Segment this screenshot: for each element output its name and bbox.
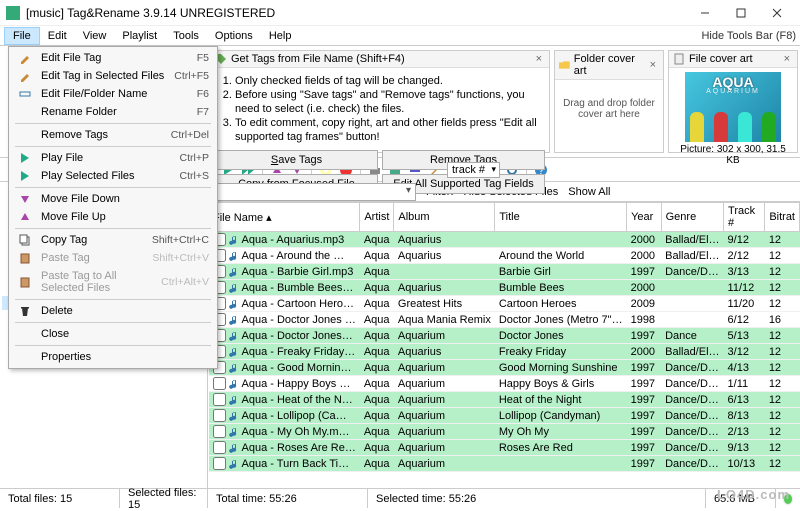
menu-item[interactable]: Close: [11, 325, 215, 343]
menu-item[interactable]: Play Selected FilesCtrl+S: [11, 167, 215, 185]
row-checkbox[interactable]: [213, 377, 226, 390]
folder-cover-panel: Folder cover art × Drag and drop folder …: [554, 50, 664, 153]
menu-item[interactable]: Remove TagsCtrl+Del: [11, 126, 215, 144]
menu-item: Paste TagShift+Ctrl+V: [11, 249, 215, 267]
pencil-icon: [17, 70, 33, 82]
file-menu-dropdown: Edit File TagF5Edit Tag in Selected File…: [8, 46, 218, 369]
minimize-button[interactable]: [688, 2, 722, 24]
row-checkbox[interactable]: [213, 441, 226, 454]
column-header[interactable]: Track #: [724, 203, 765, 232]
copy-icon: [17, 234, 33, 246]
table-row[interactable]: Aqua - Freaky Friday…AquaAquariusFreaky …: [209, 344, 800, 360]
file-cover-panel: File cover art × AQUA AQUARIUM Picture: …: [668, 50, 798, 153]
play-g-icon: [17, 170, 33, 182]
row-checkbox[interactable]: [213, 457, 226, 470]
watermark: LO4D.com: [717, 487, 790, 502]
rename-icon: [17, 88, 33, 100]
file-grid[interactable]: File Name ▴ArtistAlbumTitleYearGenreTrac…: [208, 202, 800, 488]
file-cover-close-icon[interactable]: ×: [781, 53, 793, 65]
file-cover-title: File cover art: [689, 53, 753, 65]
menu-file[interactable]: File: [4, 27, 40, 45]
status-bar: Total files: 15 Selected files: 15 Total…: [0, 488, 800, 508]
table-row[interactable]: Aqua - Happy Boys …AquaAquariumHappy Boy…: [209, 376, 800, 392]
column-header[interactable]: Genre: [661, 203, 723, 232]
table-row[interactable]: Aqua - Doctor Jones …AquaAqua Mania Remi…: [209, 312, 800, 328]
column-header[interactable]: Bitrat: [765, 203, 800, 232]
column-header[interactable]: Title: [495, 203, 627, 232]
table-row[interactable]: Aqua - Around the …AquaAquariusAround th…: [209, 248, 800, 264]
cover-art-image[interactable]: AQUA AQUARIUM: [685, 72, 781, 142]
menu-item[interactable]: Delete: [11, 302, 215, 320]
column-header[interactable]: Year: [627, 203, 662, 232]
tri-up-icon: [17, 211, 33, 223]
menu-item[interactable]: Edit Tag in Selected FilesCtrl+F5: [11, 67, 215, 85]
status-selected-files: Selected files: 15: [120, 489, 208, 508]
window-title: [music] Tag&Rename 3.9.14 UNREGISTERED: [26, 6, 688, 20]
tag-from-filename-panel: Get Tags from File Name (Shift+F4) × Onl…: [210, 50, 550, 153]
tag-instructions: Only checked fields of tag will be chang…: [215, 72, 545, 146]
trash-icon: [17, 305, 33, 317]
status-selected-time: Selected time: 55:26: [368, 489, 706, 508]
folder-cover-title: Folder cover art: [574, 53, 643, 77]
save-tags-button[interactable]: Save Tags: [215, 150, 378, 170]
app-icon: [6, 6, 20, 20]
menu-playlist[interactable]: Playlist: [114, 28, 165, 44]
pencil-icon: [17, 52, 33, 64]
close-button[interactable]: [760, 2, 794, 24]
paste-icon: [17, 252, 33, 264]
menu-item[interactable]: Move File Down: [11, 190, 215, 208]
column-header[interactable]: File Name ▴: [209, 203, 360, 232]
status-total-time: Total time: 55:26: [208, 489, 368, 508]
paste-icon: [17, 276, 33, 288]
column-header[interactable]: Artist: [360, 203, 394, 232]
table-row[interactable]: Aqua - Turn Back Ti…AquaAquarium1997Danc…: [209, 456, 800, 472]
table-row[interactable]: Aqua - Cartoon Hero…AquaGreatest HitsCar…: [209, 296, 800, 312]
row-checkbox[interactable]: [213, 409, 226, 422]
table-row[interactable]: Aqua - Lollipop (Ca…AquaAquariumLollipop…: [209, 408, 800, 424]
status-total-files: Total files: 15: [0, 489, 120, 508]
folder-cover-close-icon[interactable]: ×: [647, 59, 659, 71]
maximize-button[interactable]: [724, 2, 758, 24]
table-row[interactable]: Aqua - Heat of the N…AquaAquariumHeat of…: [209, 392, 800, 408]
row-checkbox[interactable]: [213, 393, 226, 406]
menu-item[interactable]: Edit File/Folder NameF6: [11, 85, 215, 103]
table-row[interactable]: Aqua - Bumble Bees…AquaAquariusBumble Be…: [209, 280, 800, 296]
menu-view[interactable]: View: [75, 28, 115, 44]
column-header[interactable]: Album: [394, 203, 495, 232]
table-row[interactable]: Aqua - Barbie Girl.mp3AquaBarbie Girl199…: [209, 264, 800, 280]
menu-item[interactable]: Rename FolderF7: [11, 103, 215, 121]
folder-cover-hint: Drag and drop folder cover art here: [559, 84, 659, 134]
menu-item: Paste Tag to All Selected FilesCtrl+Alt+…: [11, 267, 215, 297]
play-g-icon: [17, 152, 33, 164]
menu-help[interactable]: Help: [261, 28, 300, 44]
menu-edit[interactable]: Edit: [40, 28, 75, 44]
table-row[interactable]: Aqua - Aquarius.mp3AquaAquarius2000Balla…: [209, 232, 800, 248]
tag-panel-title: Get Tags from File Name (Shift+F4): [231, 53, 405, 65]
folder-icon: [559, 59, 570, 71]
cover-art-info: Picture: 302 x 300, 31.5 KB: [673, 144, 793, 166]
tri-dn-icon: [17, 193, 33, 205]
menu-options[interactable]: Options: [207, 28, 261, 44]
menu-item[interactable]: Move File Up: [11, 208, 215, 226]
track-number-combo[interactable]: track #: [447, 162, 500, 178]
filter-combo[interactable]: [216, 183, 416, 201]
file-icon: [673, 53, 685, 65]
table-row[interactable]: Aqua - Good Mornin…AquaAquariumGood Morn…: [209, 360, 800, 376]
table-row[interactable]: Aqua - Doctor Jones…AquaAquariumDoctor J…: [209, 328, 800, 344]
title-bar: [music] Tag&Rename 3.9.14 UNREGISTERED: [0, 0, 800, 26]
menu-tools[interactable]: Tools: [165, 28, 207, 44]
tag-panel-close-icon[interactable]: ×: [533, 53, 545, 65]
hide-tools-bar-link[interactable]: Hide Tools Bar (F8): [701, 30, 796, 42]
table-row[interactable]: Aqua - My Oh My.m…AquaAquariumMy Oh My19…: [209, 424, 800, 440]
menu-item[interactable]: Play FileCtrl+P: [11, 149, 215, 167]
menu-item[interactable]: Edit File TagF5: [11, 49, 215, 67]
menu-item[interactable]: Copy TagShift+Ctrl+C: [11, 231, 215, 249]
row-checkbox[interactable]: [213, 425, 226, 438]
menu-bar: File Edit View Playlist Tools Options He…: [0, 26, 800, 46]
table-row[interactable]: Aqua - Roses Are Re…AquaAquariumRoses Ar…: [209, 440, 800, 456]
show-all-button[interactable]: Show All: [568, 186, 610, 198]
menu-item[interactable]: Properties: [11, 348, 215, 366]
